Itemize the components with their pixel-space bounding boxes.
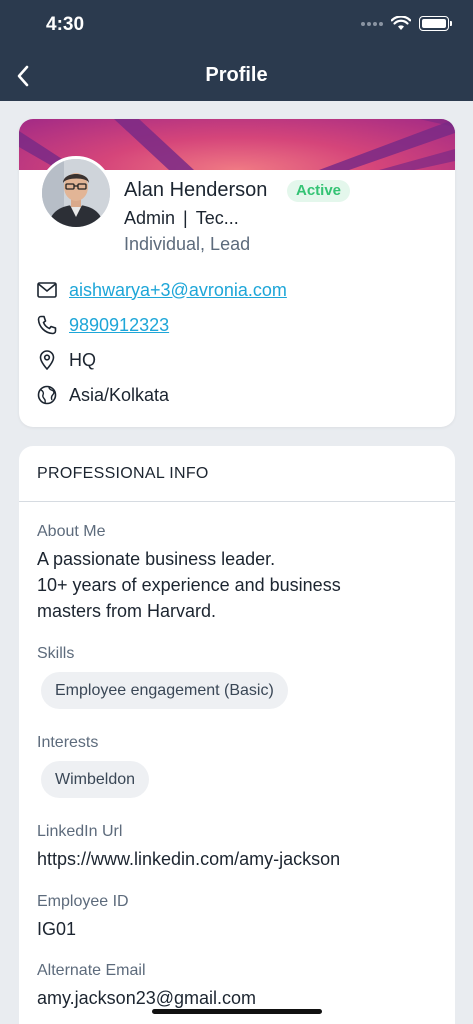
- skills-label: Skills: [37, 645, 75, 662]
- status-bar-icons: [361, 16, 452, 31]
- about-me-label: About Me: [37, 523, 106, 540]
- profile-summary-card: Alan Henderson Active Admin | Tec... Ind…: [19, 119, 455, 427]
- alternate-email-value: amy.jackson23@gmail.com: [37, 988, 257, 1008]
- professional-info-card: PROFESSIONAL INFO About Me A passionate …: [19, 446, 455, 1024]
- avatar-photo: [42, 159, 110, 227]
- user-department: Tec...: [195, 208, 239, 228]
- interests-label: Interests: [37, 734, 99, 751]
- wifi-icon: [391, 16, 411, 30]
- about-me-line: masters from Harvard.: [37, 601, 217, 621]
- cellular-signal-icon: [361, 21, 383, 26]
- section-title: PROFESSIONAL INFO: [37, 465, 209, 482]
- location-row: HQ: [37, 347, 96, 373]
- avatar[interactable]: [39, 156, 113, 230]
- user-type: Individual, Lead: [124, 234, 251, 254]
- timezone-row: Asia/Kolkata: [37, 382, 169, 408]
- about-me-line: 10+ years of experience and business: [37, 575, 341, 595]
- linkedin-label: LinkedIn Url: [37, 823, 123, 840]
- interest-chip: Wimbeldon: [41, 761, 150, 798]
- phone-icon: [37, 315, 57, 335]
- location-value: HQ: [69, 349, 96, 370]
- home-indicator[interactable]: [152, 1009, 322, 1014]
- page-title: Profile: [205, 64, 268, 86]
- user-role: Admin: [124, 208, 176, 228]
- map-pin-icon: [37, 350, 57, 370]
- status-bar-time: 4:30: [46, 14, 85, 35]
- timezone-value: Asia/Kolkata: [69, 384, 170, 405]
- role-line: Admin | Tec...: [124, 208, 239, 229]
- globe-icon: [37, 385, 57, 405]
- alternate-email-label: Alternate Email: [37, 962, 146, 979]
- skill-chip: Employee engagement (Basic): [41, 672, 288, 709]
- user-name: Alan Henderson: [124, 179, 268, 201]
- status-badge: Active: [287, 180, 351, 202]
- phone-link[interactable]: 9890912323: [69, 315, 169, 336]
- top-app-bar: 4:30 Profile: [0, 0, 473, 101]
- email-row: aishwarya+3@avronia.com: [37, 277, 287, 303]
- linkedin-value: https://www.linkedin.com/amy-jackson: [37, 849, 341, 869]
- phone-row: 9890912323: [37, 312, 169, 338]
- about-me-value: A passionate business leader. 10+ years …: [37, 546, 341, 624]
- employee-id-value: IG01: [37, 919, 77, 939]
- about-me-line: A passionate business leader.: [37, 549, 276, 569]
- employee-id-label: Employee ID: [37, 893, 129, 910]
- role-separator: |: [183, 208, 188, 228]
- section-header: PROFESSIONAL INFO: [19, 446, 455, 502]
- mail-icon: [37, 280, 57, 300]
- email-link[interactable]: aishwarya+3@avronia.com: [69, 280, 287, 301]
- battery-icon: [419, 16, 452, 31]
